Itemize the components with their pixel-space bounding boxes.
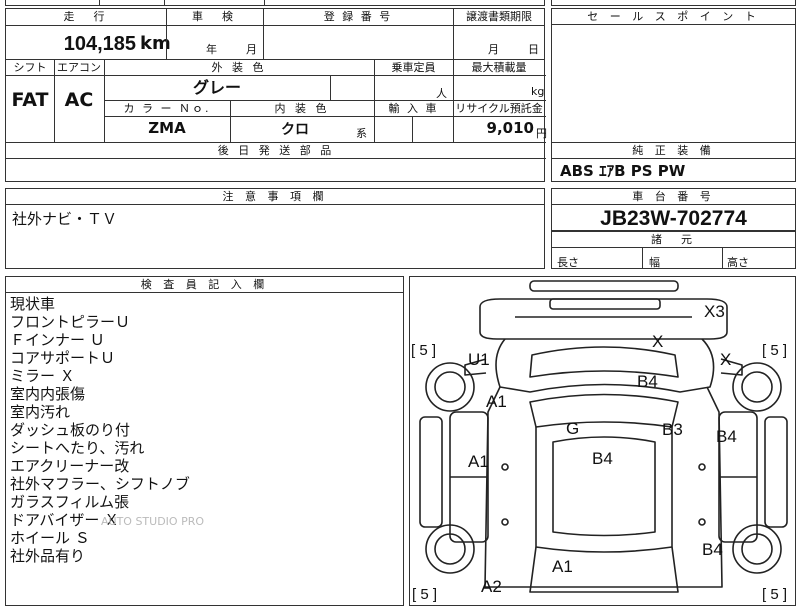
dimensions-box: 諸 元 長さ 幅 高さ	[551, 231, 796, 269]
damage-mark: A1	[552, 557, 573, 576]
damage-mark: B4	[716, 427, 737, 446]
damage-mark: A1	[468, 452, 489, 471]
aircon-label: エアコン	[57, 61, 101, 74]
damage-mark: B4	[592, 449, 613, 468]
import-label: 輸 入 車	[388, 102, 439, 115]
width-label: 幅	[649, 256, 660, 269]
inspection-year-unit: 年	[206, 43, 217, 56]
inspector-line: ガラスフィルム張	[10, 493, 130, 511]
interior-color-label: 内 装 色	[274, 102, 330, 115]
top-partial-row	[5, 0, 545, 6]
equipment-box: 純 正 装 備 ABS ｴｱB PS PW	[551, 142, 796, 182]
inspector-line: 室内汚れ	[10, 403, 71, 421]
inspector-line: エアクリーナー改	[10, 457, 130, 475]
inspector-line: Ｆインナー Ｕ	[10, 331, 105, 349]
shift-value: FAT	[11, 89, 49, 111]
transfer-month-unit: 月	[488, 43, 499, 56]
length-label: 長さ	[557, 256, 579, 269]
equipment-label: 純 正 装 備	[552, 143, 795, 159]
caution-value: 社外ナビ・ＴＶ	[12, 210, 118, 228]
chassis-value: JB23W-702774	[600, 207, 747, 230]
max-load-label: 最大積載量	[471, 61, 527, 74]
inspector-line: コアサポートＵ	[10, 349, 116, 367]
transfer-day-unit: 日	[528, 43, 539, 56]
chassis-box: 車 台 番 号 JB23W-702774	[551, 188, 796, 231]
inspector-line: 社外マフラー、シフトノブ	[10, 475, 190, 493]
capacity-label: 乗車定員	[391, 61, 436, 74]
caution-label: 注 意 事 項 欄	[6, 189, 544, 205]
inspector-line: ホイール Ｓ	[10, 529, 90, 547]
inspector-line: ドアバイザー Ｘ	[10, 511, 120, 529]
mileage-value: 104,185	[63, 33, 136, 55]
car-diagram: X3 X X U1 B4 A1 G B3 B4 A1 B4 B4 A1 A2 […	[411, 280, 788, 603]
interior-color-suffix: 系	[356, 127, 367, 140]
inspection-label: 車 検	[192, 10, 237, 23]
inspector-line: 室内内張傷	[10, 385, 86, 403]
damage-mark: X3	[704, 302, 725, 321]
bracket-mark: [ 5 ]	[412, 586, 437, 603]
inspector-line: フロントピラーＵ	[10, 313, 131, 331]
capacity-unit: 人	[436, 87, 447, 100]
inspector-line: シートへたり、汚れ	[10, 439, 145, 457]
color-no-value: ZMA	[148, 119, 186, 137]
recycle-label: リサイクル預託金	[455, 102, 543, 115]
recycle-unit: 円	[536, 127, 547, 140]
equipment-value: ABS ｴｱB PS PW	[560, 162, 686, 180]
vehicle-info-table: 走 行 車 検 登 録 番 号 譲渡書類期限 104,185 km 年 月 月 …	[5, 8, 547, 182]
top-partial-right	[551, 0, 796, 6]
mileage-unit: km	[140, 33, 171, 54]
inspector-line: 社外品有り	[10, 547, 86, 565]
damage-mark: B4	[637, 372, 658, 391]
car-diagram-box: X3 X X U1 B4 A1 G B3 B4 A1 B4 B4 A1 A2 […	[409, 276, 796, 606]
damage-mark: B3	[662, 420, 683, 439]
mileage-label: 走 行	[63, 10, 109, 23]
inspector-lines: 現状車 フロントピラーＵ Ｆインナー Ｕ コアサポートＵ ミラー Ｘ 室内内張傷…	[6, 293, 403, 567]
interior-color-value: クロ	[281, 122, 309, 138]
sales-point-label: セ ー ル ス ポ イ ン ト	[552, 9, 795, 25]
bracket-mark: [ 5 ]	[411, 342, 436, 359]
damage-mark: U1	[468, 350, 490, 369]
dimensions-label: 諸 元	[552, 232, 795, 248]
transfer-label: 譲渡書類期限	[466, 10, 532, 23]
exterior-color-label: 外 装 色	[211, 61, 267, 74]
damage-mark: X	[720, 350, 731, 369]
sales-point-box: セ ー ル ス ポ イ ン ト	[551, 8, 796, 143]
inspector-box: 検 査 員 記 入 欄 現状車 フロントピラーＵ Ｆインナー Ｕ コアサポートＵ…	[5, 276, 404, 606]
height-label: 高さ	[727, 256, 749, 269]
inspector-label: 検 査 員 記 入 欄	[6, 277, 403, 293]
damage-mark: A2	[481, 577, 502, 596]
caution-box: 注 意 事 項 欄 社外ナビ・ＴＶ	[5, 188, 545, 269]
color-no-label: カ ラ ー Ｎｏ.	[123, 102, 211, 115]
damage-mark: A1	[486, 392, 507, 411]
registration-label: 登 録 番 号	[323, 10, 393, 23]
damage-mark: X	[652, 332, 663, 351]
inspector-line: 現状車	[10, 295, 56, 313]
recycle-value: 9,010	[486, 119, 534, 137]
chassis-label: 車 台 番 号	[552, 189, 795, 205]
aircon-value: AC	[64, 89, 94, 111]
damage-mark: B4	[702, 540, 723, 559]
watermark: AUTO STUDIO PRO	[101, 515, 205, 528]
shift-label: シフト	[13, 61, 47, 74]
exterior-color-value: グレー	[192, 78, 241, 97]
inspector-line: ミラー Ｘ	[10, 367, 75, 385]
bracket-mark: [ 5 ]	[762, 586, 787, 603]
later-parts-label: 後 日 発 送 部 品	[217, 144, 335, 157]
damage-mark: G	[566, 419, 579, 438]
bracket-mark: [ 5 ]	[762, 342, 787, 359]
inspector-line: ダッシュ板のり付	[10, 421, 131, 439]
max-load-unit: kg	[531, 85, 545, 98]
